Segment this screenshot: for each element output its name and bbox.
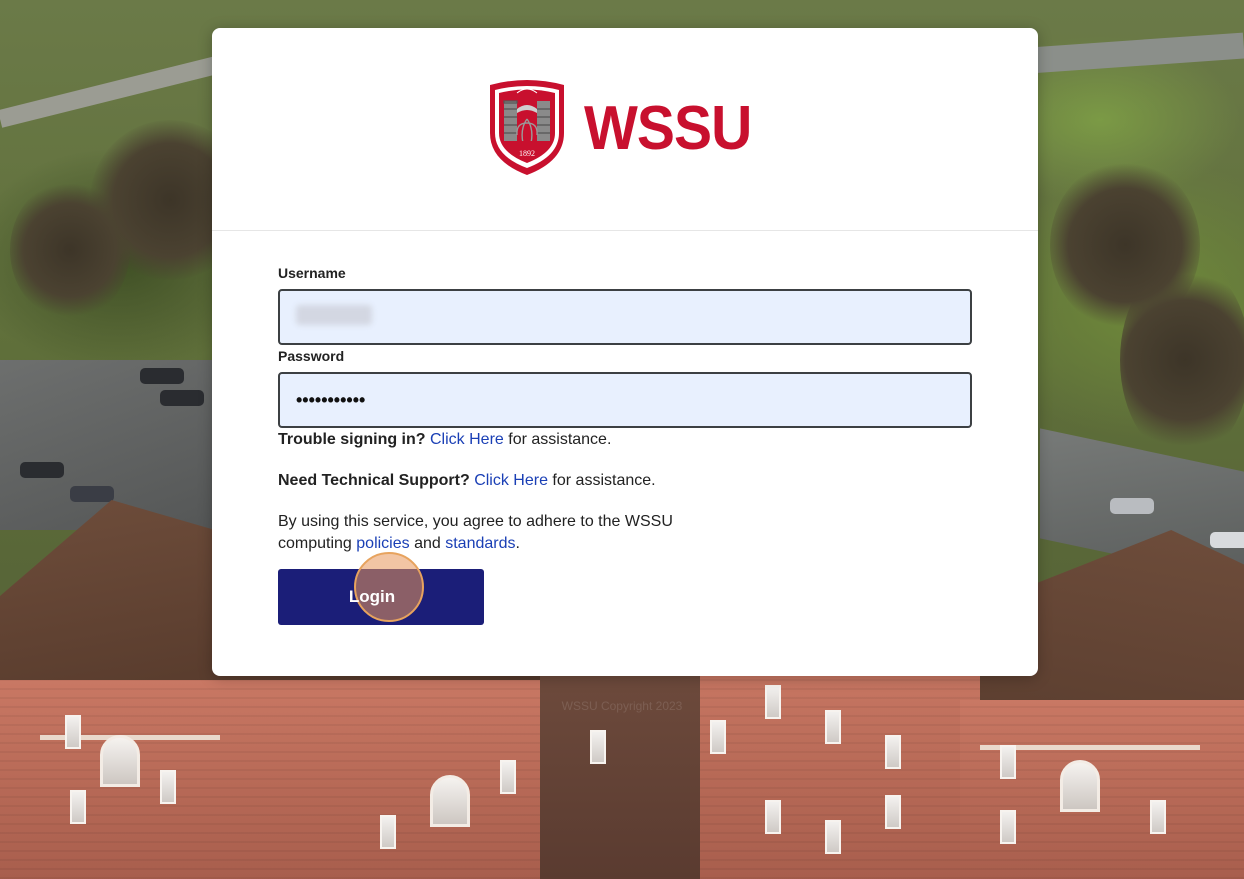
window (765, 800, 781, 834)
login-button[interactable]: Login (278, 552, 484, 625)
login-button-label: Login (348, 587, 396, 606)
tree (10, 180, 130, 320)
login-form: Username Password ••••••••••• Trouble si… (278, 265, 972, 625)
technical-support-line: Need Technical Support? Click Here for a… (278, 470, 972, 492)
password-label: Password (278, 348, 345, 364)
trouble-click-here-link[interactable]: Click Here (430, 431, 504, 448)
copyright-footer: WSSU Copyright 2023 (561, 699, 683, 713)
support-suffix: for assistance. (547, 472, 656, 489)
car (20, 462, 64, 478)
window (710, 720, 726, 754)
wordmark: WSSU (584, 93, 752, 163)
window (885, 735, 901, 769)
window (70, 790, 86, 824)
university-seal-icon: 1892 (490, 80, 564, 175)
window (590, 730, 606, 764)
terms-notice: By using this service, you agree to adhe… (278, 511, 718, 555)
window (1060, 760, 1100, 812)
window (825, 820, 841, 854)
support-click-here-link[interactable]: Click Here (474, 472, 548, 489)
password-input[interactable]: ••••••••••• (278, 372, 972, 428)
trouble-suffix: for assistance. (503, 431, 612, 448)
window (380, 815, 396, 849)
car (140, 368, 184, 384)
window (825, 710, 841, 744)
username-input[interactable] (278, 289, 972, 345)
support-prefix: Need Technical Support? (278, 472, 470, 489)
building-facade (960, 700, 1244, 879)
car (1210, 532, 1244, 548)
card-header: 1892 WSSU (212, 28, 1038, 231)
window (1000, 745, 1016, 779)
standards-link[interactable]: standards (445, 535, 515, 552)
car (1110, 498, 1154, 514)
policies-link[interactable]: policies (356, 535, 409, 552)
trouble-signing-in-line: Trouble signing in? Click Here for assis… (278, 429, 972, 451)
and-text: and (409, 535, 446, 552)
window (100, 735, 140, 787)
username-wrapper (278, 289, 972, 345)
window (500, 760, 516, 794)
trouble-prefix: Trouble signing in? (278, 431, 426, 448)
wssu-logo: 1892 WSSU (484, 79, 766, 177)
window (1150, 800, 1166, 834)
car (160, 390, 204, 406)
window (885, 795, 901, 829)
svg-text:1892: 1892 (519, 149, 535, 158)
window (430, 775, 470, 827)
tree (1120, 260, 1244, 460)
car (70, 486, 114, 502)
window (1000, 810, 1016, 844)
window (65, 715, 81, 749)
password-mask: ••••••••••• (296, 389, 366, 410)
username-label: Username (278, 265, 346, 281)
terms-end: . (515, 535, 520, 552)
window (160, 770, 176, 804)
login-card: 1892 WSSU Username Password ••••••••••• … (212, 28, 1038, 676)
password-wrapper: ••••••••••• (278, 372, 972, 428)
